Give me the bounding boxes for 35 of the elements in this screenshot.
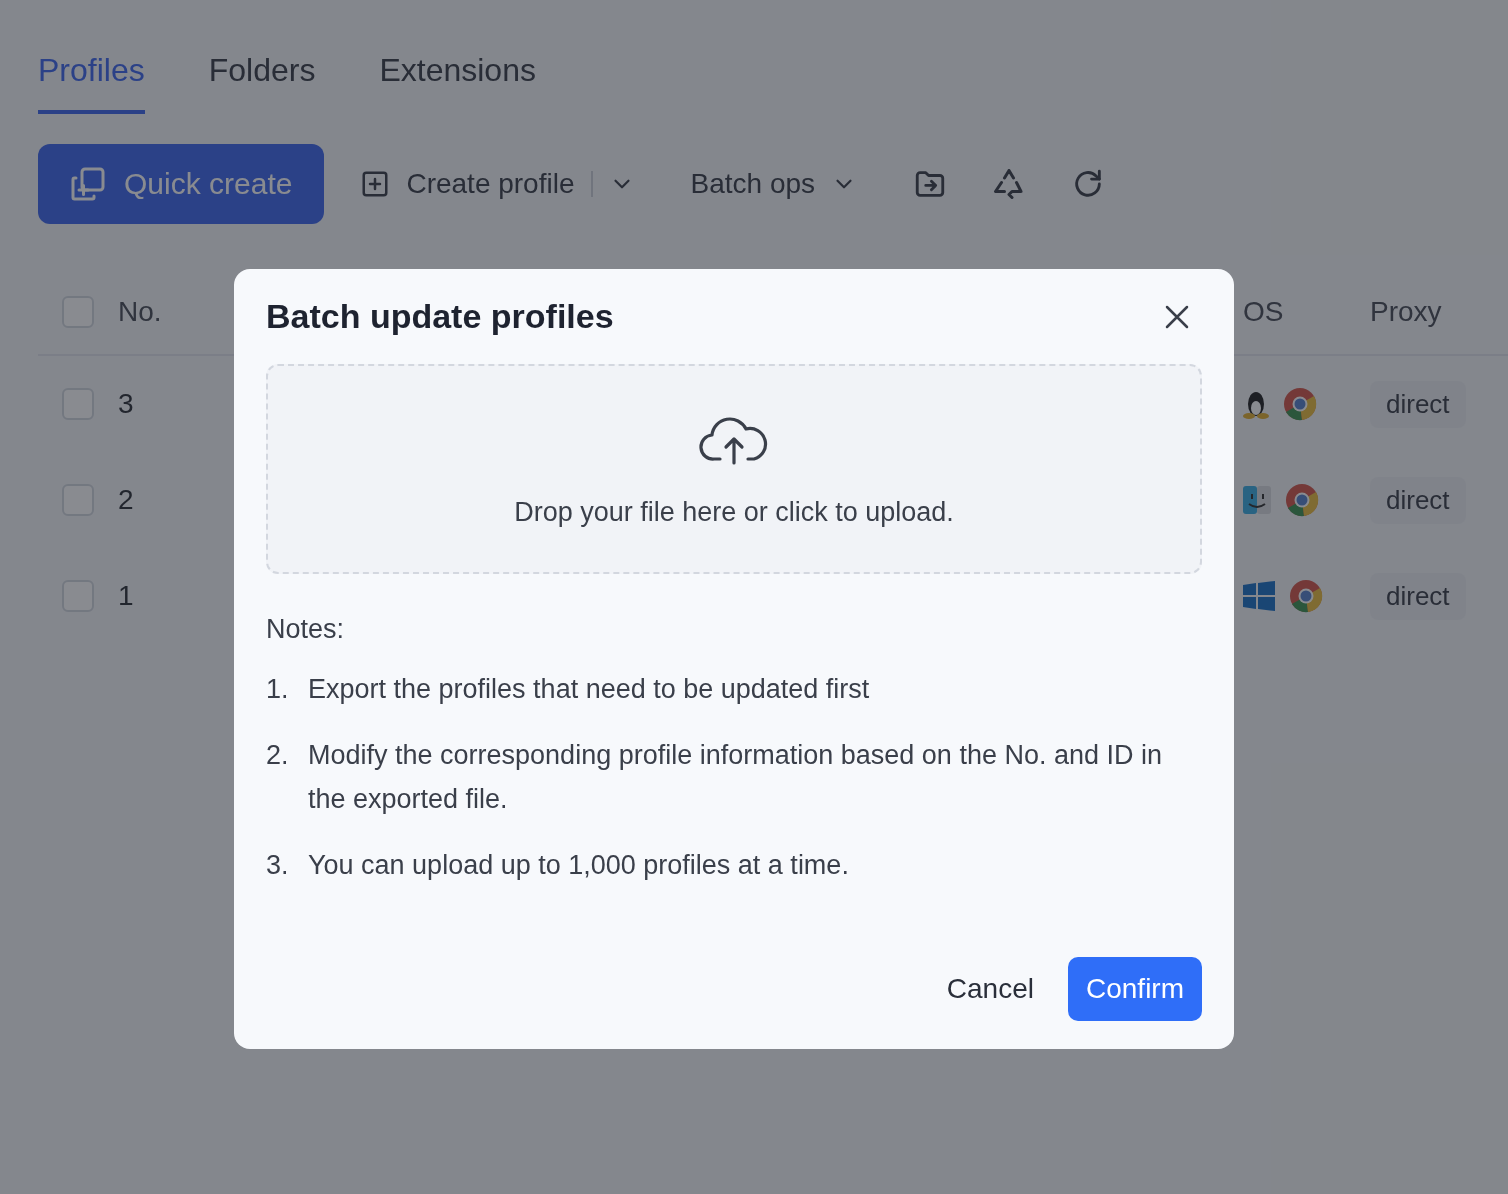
note-number: 3. <box>266 849 290 882</box>
create-profile-button[interactable]: Create profile <box>360 168 575 200</box>
confirm-button[interactable]: Confirm <box>1068 957 1202 1021</box>
dialog-title: Batch update profiles <box>266 297 614 336</box>
table-cell: 1 <box>118 580 134 612</box>
notes-heading: Notes: <box>266 614 346 645</box>
note-text: Modify the corresponding profile information based on the No. and ID in the exported file. <box>308 739 1163 816</box>
proxy-tag: direct <box>1370 476 1466 524</box>
upload-hint: Drop your file here or click to upload. <box>514 496 954 528</box>
windows-icon <box>1243 581 1275 611</box>
batch-ops-button[interactable]: Batch ops <box>690 168 858 200</box>
plus-square-icon <box>360 169 391 199</box>
tab[interactable]: Folders <box>208 52 316 114</box>
note-text: You can upload up to 1,000 profiles at a time. <box>308 849 849 882</box>
chrome-icon <box>1285 483 1319 517</box>
note-text: Export the profiles that need to be updated first <box>308 673 870 706</box>
chrome-icon <box>1289 579 1323 613</box>
copy-plus-icon <box>70 166 106 202</box>
chrome-icon <box>1283 387 1317 421</box>
column-header: Proxy <box>1370 296 1442 328</box>
tab[interactable]: Extensions <box>379 52 536 114</box>
proxy-tag: direct <box>1370 572 1466 620</box>
note-number: 2. <box>266 739 290 772</box>
tab[interactable]: Profiles <box>38 52 145 114</box>
column-header: No. <box>118 296 162 328</box>
table-cell: 2 <box>118 484 134 516</box>
proxy-tag: direct <box>1370 380 1466 428</box>
upload-dropzone[interactable]: Drop your file here or click to upload. <box>266 364 1202 574</box>
finder-face-icon <box>1243 486 1271 514</box>
note-number: 1. <box>266 673 290 706</box>
table-cell: 3 <box>118 388 134 420</box>
column-header: OS <box>1243 296 1284 328</box>
cancel-button[interactable]: Cancel <box>946 973 1034 1005</box>
quick-create-button[interactable]: Quick create <box>38 144 325 224</box>
penguin-icon <box>1243 389 1269 419</box>
